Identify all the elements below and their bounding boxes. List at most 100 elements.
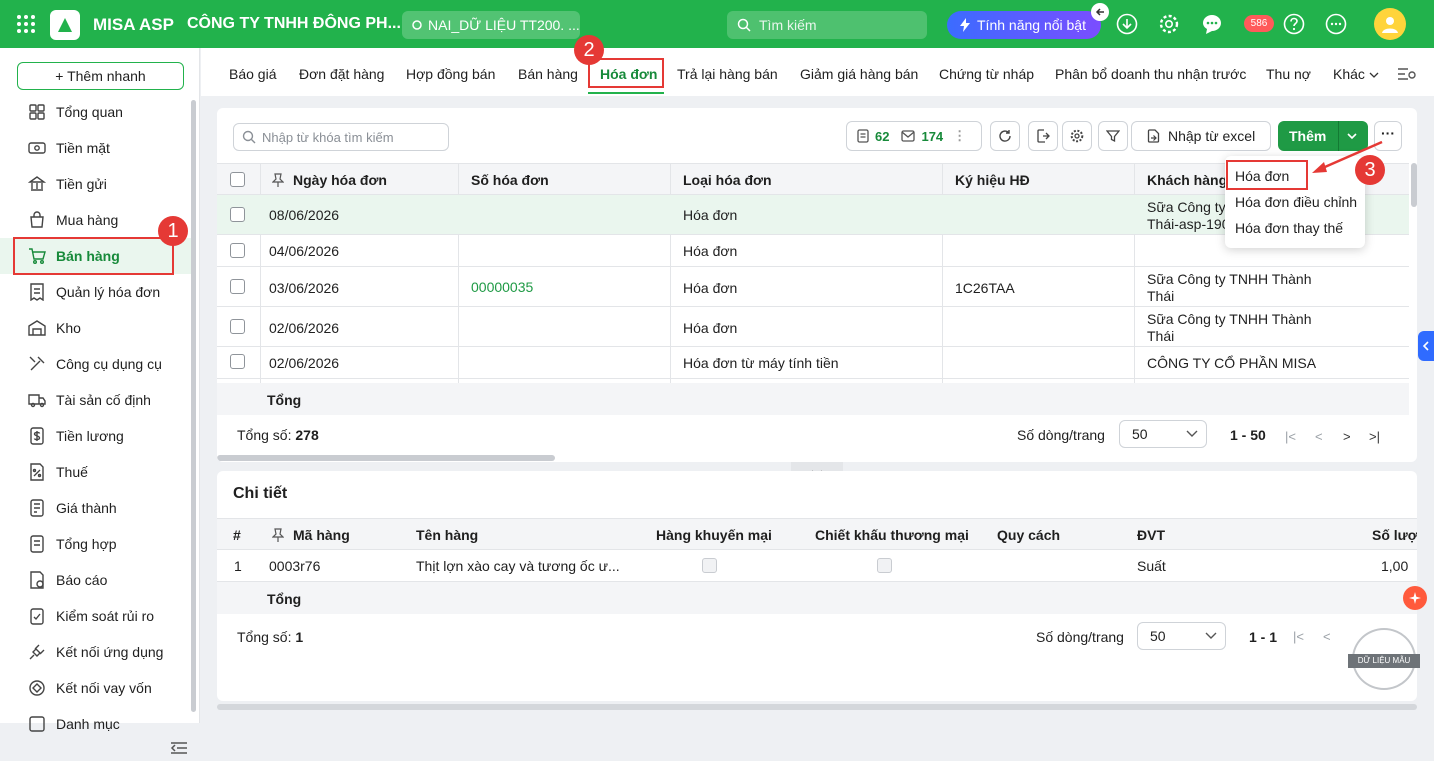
page-range: 1 - 50 — [1230, 427, 1266, 443]
detail-rows-per-page-select[interactable]: 50 — [1137, 622, 1226, 650]
tab-giam-gia-hang-ban[interactable]: Giảm giá hàng bán — [800, 66, 918, 82]
row-number-link[interactable]: 00000035 — [471, 279, 533, 295]
sidebar-item-dashboard[interactable]: Tổng quan — [0, 94, 192, 130]
more-apps-icon[interactable] — [1324, 12, 1348, 36]
tab-chung-tu-nhap[interactable]: Chứng từ nháp — [939, 66, 1034, 82]
detail-row[interactable]: 1 0003r76 Thịt lợn xào cay và tương ốc ư… — [217, 550, 1417, 582]
sidebar-item-plug[interactable]: Kết nối ứng dụng — [0, 634, 192, 670]
col-specification[interactable]: Quy cách — [997, 527, 1060, 543]
col-invoice-date[interactable]: Ngày hóa đơn — [293, 172, 387, 188]
detail-prev-page-icon[interactable]: < — [1323, 629, 1331, 644]
download-icon[interactable] — [1115, 12, 1139, 36]
col-item-name[interactable]: Tên hàng — [416, 527, 478, 543]
col-discount[interactable]: Chiết khấu thương mại — [815, 527, 969, 543]
sidebar-item-cost[interactable]: Giá thành — [0, 490, 192, 526]
row-checkbox[interactable] — [230, 279, 245, 294]
sidebar-item-tax[interactable]: Thuế — [0, 454, 192, 490]
salary-icon — [30, 427, 44, 445]
counts-more-icon[interactable]: ⋮ — [953, 128, 966, 144]
col-invoice-symbol[interactable]: Ký hiệu HĐ — [955, 172, 1030, 188]
sidebar-item-tools[interactable]: Công cụ dụng cụ — [0, 346, 192, 382]
table-row[interactable]: 03/06/2026 00000035 Hóa đơn 1C26TAA Sữa … — [217, 267, 1409, 307]
settings-gear-icon[interactable] — [1157, 12, 1181, 36]
feature-button[interactable]: Tính năng nổi bật — [947, 11, 1101, 39]
app-grid-icon[interactable] — [16, 14, 36, 34]
user-avatar[interactable] — [1374, 8, 1406, 40]
sidebar-scrollbar[interactable] — [191, 100, 196, 712]
tab-hop-dong-ban[interactable]: Hợp đồng bán — [406, 66, 495, 82]
company-name[interactable]: CÔNG TY TNHH ĐÔNG PH... — [187, 15, 401, 33]
table-row[interactable]: 02/06/2026 Hóa đơn Sữa Công ty TNHH Thàn… — [217, 307, 1409, 347]
row-checkbox[interactable] — [230, 243, 245, 258]
col-promotion[interactable]: Hàng khuyến mại — [656, 527, 772, 543]
side-panel-toggle[interactable] — [1418, 331, 1434, 361]
last-page-icon[interactable]: >| — [1369, 429, 1380, 444]
quick-add-button[interactable]: + Thêm nhanh — [17, 62, 184, 90]
col-item-code[interactable]: Mã hàng — [293, 527, 350, 543]
row-type: Hóa đơn — [683, 243, 738, 259]
sidebar-item-warehouse[interactable]: Kho — [0, 310, 192, 346]
chevron-down-icon — [1205, 632, 1217, 639]
detail-total-label: Tổng số: — [237, 629, 292, 645]
database-selector[interactable]: NAI_DỮ LIỆU TT200. ... — [402, 11, 580, 39]
sidebar-item-bank[interactable]: Tiền gửi — [0, 166, 192, 202]
first-page-icon[interactable]: |< — [1285, 429, 1296, 444]
tab-tra-lai-hang-ban[interactable]: Trả lại hàng bán — [677, 66, 778, 82]
sidebar-item-risk[interactable]: Kiểm soát rủi ro — [0, 598, 192, 634]
tax-icon — [30, 463, 44, 481]
tab-phan-bo-doanh-thu[interactable]: Phân bổ doanh thu nhận trước — [1055, 66, 1246, 82]
collapse-sidebar-icon[interactable] — [170, 741, 190, 761]
tab-don-dat-hang[interactable]: Đơn đặt hàng — [299, 66, 384, 82]
sidebar-item-salary[interactable]: Tiền lương — [0, 418, 192, 454]
horizontal-scrollbar[interactable] — [217, 455, 555, 461]
sidebar-item-cash[interactable]: Tiền mặt — [0, 130, 192, 166]
page-horizontal-scrollbar[interactable] — [217, 704, 1417, 710]
col-unit[interactable]: ĐVT — [1137, 527, 1165, 543]
sidebar-item-truck[interactable]: Tài sản cố định — [0, 382, 192, 418]
select-all-checkbox[interactable] — [230, 172, 245, 187]
tab-ban-hang[interactable]: Bán hàng — [518, 66, 578, 82]
tab-thu-no[interactable]: Thu nợ — [1266, 66, 1311, 82]
row-date: 03/06/2026 — [269, 280, 340, 296]
sidebar-item-loan[interactable]: Kết nối vay vốn — [0, 670, 192, 706]
ai-assistant-icon[interactable] — [1403, 586, 1427, 610]
row-checkbox[interactable] — [230, 207, 245, 222]
col-customer[interactable]: Khách hàng — [1147, 172, 1227, 188]
menu-item-hoa-don-dieu-chinh[interactable]: Hóa đơn điều chỉnh — [1235, 194, 1357, 210]
col-invoice-type[interactable]: Loại hóa đơn — [683, 172, 772, 188]
document-counts[interactable]: 62 174 ⋮ — [846, 121, 982, 151]
refresh-icon[interactable] — [990, 121, 1020, 151]
tab-settings-icon[interactable] — [1397, 66, 1417, 82]
import-excel-button[interactable]: Nhập từ excel — [1131, 121, 1271, 151]
table-row[interactable]: 02/06/2026 Hóa đơn từ máy tính tiền CÔNG… — [217, 347, 1409, 379]
chevron-down-icon — [1186, 430, 1198, 437]
next-page-icon[interactable]: > — [1343, 429, 1351, 444]
row-checkbox[interactable] — [230, 354, 245, 369]
chat-icon[interactable] — [1200, 12, 1224, 36]
sidebar-item-summary[interactable]: Tổng hợp — [0, 526, 192, 562]
rows-per-page-select[interactable]: 50 — [1119, 420, 1207, 448]
keyword-search-input[interactable]: Nhập từ khóa tìm kiếm — [233, 123, 449, 151]
sidebar: + Thêm nhanh Tổng quan Tiền mặt Tiền gửi Mu… — [0, 48, 200, 754]
global-search[interactable]: Tìm kiếm — [727, 11, 927, 39]
vertical-scrollbar[interactable] — [1411, 163, 1417, 207]
row-checkbox[interactable] — [230, 319, 245, 334]
tab-khac[interactable]: Khác — [1333, 66, 1379, 82]
export-icon[interactable] — [1028, 121, 1058, 151]
help-icon[interactable] — [1282, 12, 1306, 36]
detail-first-page-icon[interactable]: |< — [1293, 629, 1304, 644]
col-quantity[interactable]: Số lượng — [1372, 527, 1417, 543]
prev-page-icon[interactable]: < — [1315, 429, 1323, 444]
menu-item-hoa-don-thay-the[interactable]: Hóa đơn thay thế — [1235, 220, 1343, 236]
sidebar-item-invoice[interactable]: Quản lý hóa đơn — [0, 274, 192, 310]
notification-badge[interactable]: 586 — [1244, 15, 1274, 32]
invoice-icon — [30, 283, 44, 301]
sidebar-item-report[interactable]: Báo cáo — [0, 562, 192, 598]
sidebar-item-catalog[interactable]: Danh mục — [0, 706, 192, 742]
filter-icon[interactable] — [1098, 121, 1128, 151]
tab-bao-gia[interactable]: Báo giá — [229, 66, 276, 82]
detail-card: Chi tiết # Mã hàng Tên hàng Hàng khuyến … — [217, 471, 1417, 701]
list-settings-gear-icon[interactable] — [1062, 121, 1092, 151]
col-invoice-number[interactable]: Số hóa đơn — [471, 172, 549, 188]
back-arrow-icon[interactable] — [1091, 3, 1109, 21]
